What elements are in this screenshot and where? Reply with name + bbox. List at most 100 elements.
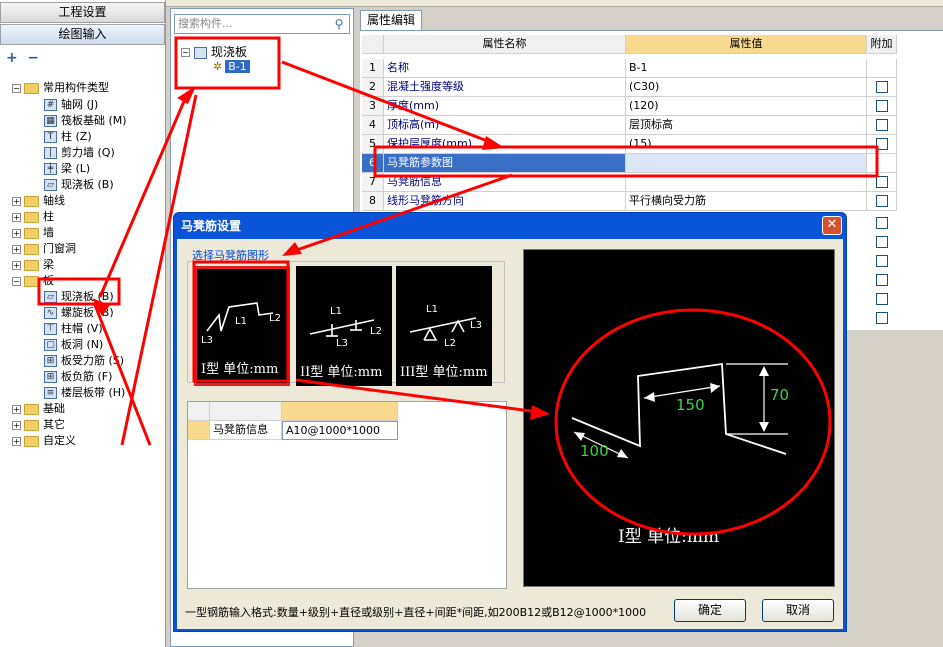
add-checkbox[interactable] xyxy=(876,274,888,286)
tree-node-label: 现浇板 (B) xyxy=(61,178,114,191)
property-value[interactable]: 平行横向受力筋 xyxy=(626,192,867,211)
close-icon[interactable]: ✕ xyxy=(822,216,842,235)
collapse-all-icon[interactable]: − xyxy=(27,50,39,66)
tree-node-n7[interactable]: ▱ 现浇板 (B) xyxy=(44,177,114,193)
expand-icon[interactable]: + xyxy=(12,420,21,430)
expand-icon[interactable]: + xyxy=(12,244,21,254)
tree-node-n5[interactable]: | 剪力墙 (Q) xyxy=(44,145,115,161)
add-checkbox[interactable] xyxy=(876,236,888,248)
property-row-num: 6 xyxy=(362,154,384,173)
expand-icon[interactable]: + xyxy=(12,212,21,222)
project-settings-button[interactable]: 工程设置 xyxy=(0,2,165,23)
preview-dim-70: 70 xyxy=(770,386,789,404)
tree-node-n18[interactable]: ⊞ 板受力筋 (S) xyxy=(44,353,124,369)
add-checkbox[interactable] xyxy=(876,138,888,150)
add-checkbox[interactable] xyxy=(876,293,888,305)
tree-node-n8[interactable]: + 轴线 xyxy=(12,193,65,209)
header-value: 属性值 xyxy=(626,35,867,54)
property-row[interactable]: 1 名称 B-1 xyxy=(362,59,897,78)
collapse-icon[interactable]: − xyxy=(181,48,190,57)
add-checkbox[interactable] xyxy=(876,195,888,207)
property-row-num: 2 xyxy=(362,78,384,97)
tab-property-edit[interactable]: 属性编辑 xyxy=(360,10,422,30)
tree-node-n3[interactable]: ▦ 筏板基础 (M) xyxy=(44,113,127,129)
tree-node-label: 其它 xyxy=(43,418,65,431)
cancel-button[interactable]: 取消 xyxy=(762,599,834,622)
collapse-icon[interactable]: − xyxy=(12,83,21,93)
property-row[interactable]: 6 马凳筋参数图 xyxy=(362,154,897,173)
ok-button[interactable]: 确定 xyxy=(674,599,746,622)
property-row[interactable]: 2 混凝土强度等级 (C30) xyxy=(362,78,897,97)
raft-icon: ▦ xyxy=(44,115,57,127)
expand-icon[interactable]: + xyxy=(12,436,21,446)
add-checkbox[interactable] xyxy=(876,81,888,93)
add-checkbox[interactable] xyxy=(876,217,888,229)
tree-node-n21[interactable]: + 基础 xyxy=(12,401,65,417)
tree-node-n12[interactable]: + 梁 xyxy=(12,257,54,273)
property-row[interactable]: 4 顶标高(m) 层顶标高 xyxy=(362,116,897,135)
add-checkbox[interactable] xyxy=(876,100,888,112)
gear-icon: ✲ xyxy=(213,60,223,73)
shape-type-2[interactable]: L1 L2 L3 II型 单位:mm xyxy=(296,266,392,386)
tree-node-n20[interactable]: ≡ 楼层板带 (H) xyxy=(44,385,125,401)
property-value[interactable] xyxy=(626,154,867,173)
tree-node-n19[interactable]: ⊞ 板负筋 (F) xyxy=(44,369,112,385)
tree-node-n14[interactable]: ▱ 现浇板 (B) xyxy=(44,289,114,305)
add-checkbox[interactable] xyxy=(876,255,888,267)
folder-icon xyxy=(24,227,39,239)
expand-icon[interactable]: + xyxy=(12,196,21,206)
expand-all-icon[interactable]: + xyxy=(6,50,18,66)
property-value[interactable]: (C30) xyxy=(626,78,867,97)
property-row[interactable]: 3 厚度(mm) (120) xyxy=(362,97,897,116)
column-icon: T xyxy=(44,131,57,143)
property-value[interactable]: B-1 xyxy=(626,59,867,78)
tree-node-slab-type[interactable]: − 现浇板 xyxy=(181,43,247,60)
property-value[interactable]: 层顶标高 xyxy=(626,116,867,135)
tree-node-label: 板 xyxy=(43,274,54,287)
tree-node-n1[interactable]: − 常用构件类型 xyxy=(12,80,109,96)
drawing-input-button[interactable]: 绘图输入 xyxy=(0,24,165,45)
property-add xyxy=(867,154,897,173)
tree-node-n11[interactable]: + 门窗洞 xyxy=(12,241,76,257)
add-checkbox[interactable] xyxy=(876,119,888,131)
property-value[interactable] xyxy=(626,173,867,192)
expand-icon[interactable]: + xyxy=(12,260,21,270)
shape-2-label-l1: L1 xyxy=(330,306,342,317)
tree-node-n17[interactable]: ▢ 板洞 (N) xyxy=(44,337,103,353)
tree-node-n22[interactable]: + 其它 xyxy=(12,417,65,433)
tree-node-n15[interactable]: ∿ 螺旋板 (B) xyxy=(44,305,114,321)
shape-3-label-l3: L3 xyxy=(470,320,482,331)
tree-node-n13[interactable]: − 板 xyxy=(12,273,54,289)
rebar-icon: ⊞ xyxy=(44,355,57,367)
shape-type-1[interactable]: L1 L2 L3 I型 单位:mm xyxy=(194,266,290,386)
property-row[interactable]: 5 保护层厚度(mm) (15) xyxy=(362,135,897,154)
tree-node-n6[interactable]: ╪ 梁 (L) xyxy=(44,161,90,177)
stirrup-info-input[interactable]: A10@1000*1000 xyxy=(282,421,398,440)
shape-1-caption: I型 单位:mm xyxy=(201,362,279,377)
tree-node-b1[interactable]: ✲ B-1 xyxy=(213,60,250,73)
shape-1-label-l1: L1 xyxy=(235,316,247,327)
search-input[interactable]: 搜索构件... ⚲ xyxy=(174,14,350,34)
tree-node-label: 自定义 xyxy=(43,434,76,447)
shape-type-3[interactable]: L1 L2 L3 III型 单位:mm xyxy=(396,266,492,386)
tree-node-n16[interactable]: ⊤ 柱帽 (V) xyxy=(44,321,103,337)
tree-node-n4[interactable]: T 柱 (Z) xyxy=(44,129,92,145)
property-add xyxy=(867,116,897,135)
tree-node-label: 常用构件类型 xyxy=(43,81,109,94)
expand-icon[interactable]: + xyxy=(12,404,21,414)
header-num xyxy=(362,35,384,54)
add-checkbox[interactable] xyxy=(876,312,888,324)
tree-node-n2[interactable]: # 轴网 (J) xyxy=(44,97,98,113)
property-row[interactable]: 8 线形马凳筋方向 平行横向受力筋 xyxy=(362,192,897,211)
tree-node-n10[interactable]: + 墙 xyxy=(12,225,54,241)
expand-icon[interactable]: + xyxy=(12,228,21,238)
tree-node-label: 现浇板 (B) xyxy=(61,290,114,303)
property-row[interactable]: 7 马凳筋信息 xyxy=(362,173,897,192)
collapse-icon[interactable]: − xyxy=(12,276,21,286)
property-value[interactable]: (120) xyxy=(626,97,867,116)
add-checkbox[interactable] xyxy=(876,176,888,188)
tree-node-n9[interactable]: + 柱 xyxy=(12,209,54,225)
search-icon[interactable]: ⚲ xyxy=(332,17,346,31)
property-value[interactable]: (15) xyxy=(626,135,867,154)
tree-node-n23[interactable]: + 自定义 xyxy=(12,433,76,449)
